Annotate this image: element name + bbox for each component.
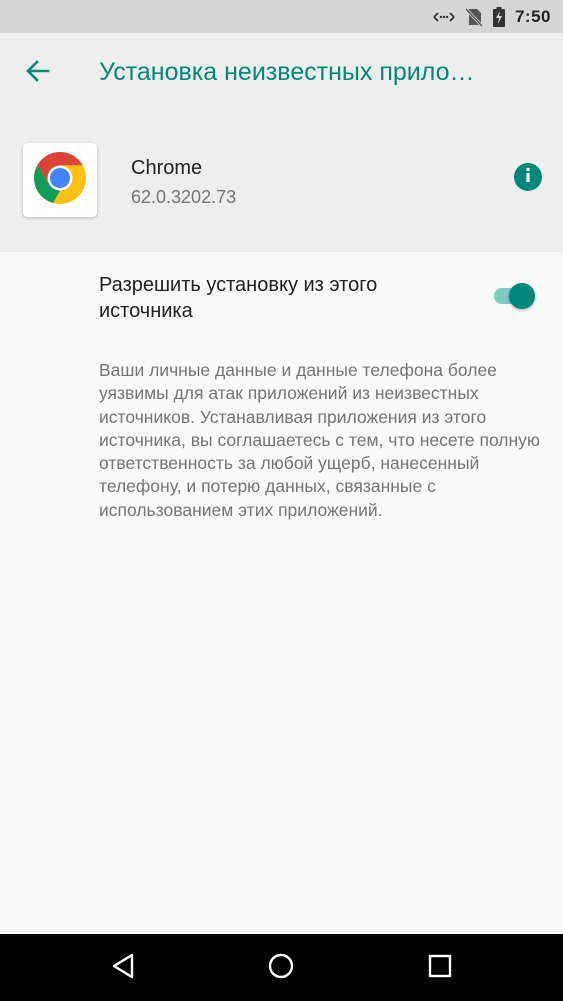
allow-install-setting[interactable]: Разрешить установку из этого источника: [0, 252, 563, 342]
data-arrows-icon: [433, 10, 455, 24]
setting-label: Разрешить установку из этого источника: [99, 274, 378, 322]
status-bar: 7:50: [0, 0, 563, 33]
back-button[interactable]: [16, 51, 60, 95]
status-clock: 7:50: [514, 6, 551, 26]
info-icon: [514, 161, 542, 194]
nav-back-icon: [110, 952, 136, 985]
app-info-button[interactable]: [514, 163, 542, 191]
page-title: Установка неизвестных прило…: [99, 58, 475, 86]
toolbar: Установка неизвестных прило…: [0, 33, 563, 113]
allow-install-toggle[interactable]: [492, 282, 538, 310]
nav-back-button[interactable]: [106, 951, 140, 985]
app-version: 62.0.3202.73: [131, 187, 237, 207]
battery-charging-icon: [492, 6, 505, 27]
nav-recents-button[interactable]: [423, 951, 457, 985]
toggle-thumb: [509, 283, 535, 309]
nav-recents-icon: [427, 953, 453, 984]
chrome-icon: [33, 151, 87, 210]
navigation-bar: [0, 934, 563, 1001]
app-icon: [23, 143, 97, 217]
nav-home-icon: [267, 952, 295, 985]
no-sim-icon: [464, 7, 483, 27]
security-warning-text: Ваши личные данные и данные телефона бол…: [99, 360, 541, 520]
app-name: Chrome: [131, 157, 203, 179]
nav-home-button[interactable]: [264, 951, 298, 985]
app-info-row: Chrome 62.0.3202.73: [0, 141, 563, 221]
arrow-back-icon: [26, 59, 50, 87]
app-header: Установка неизвестных прило… Chrome 62.0…: [0, 33, 563, 252]
